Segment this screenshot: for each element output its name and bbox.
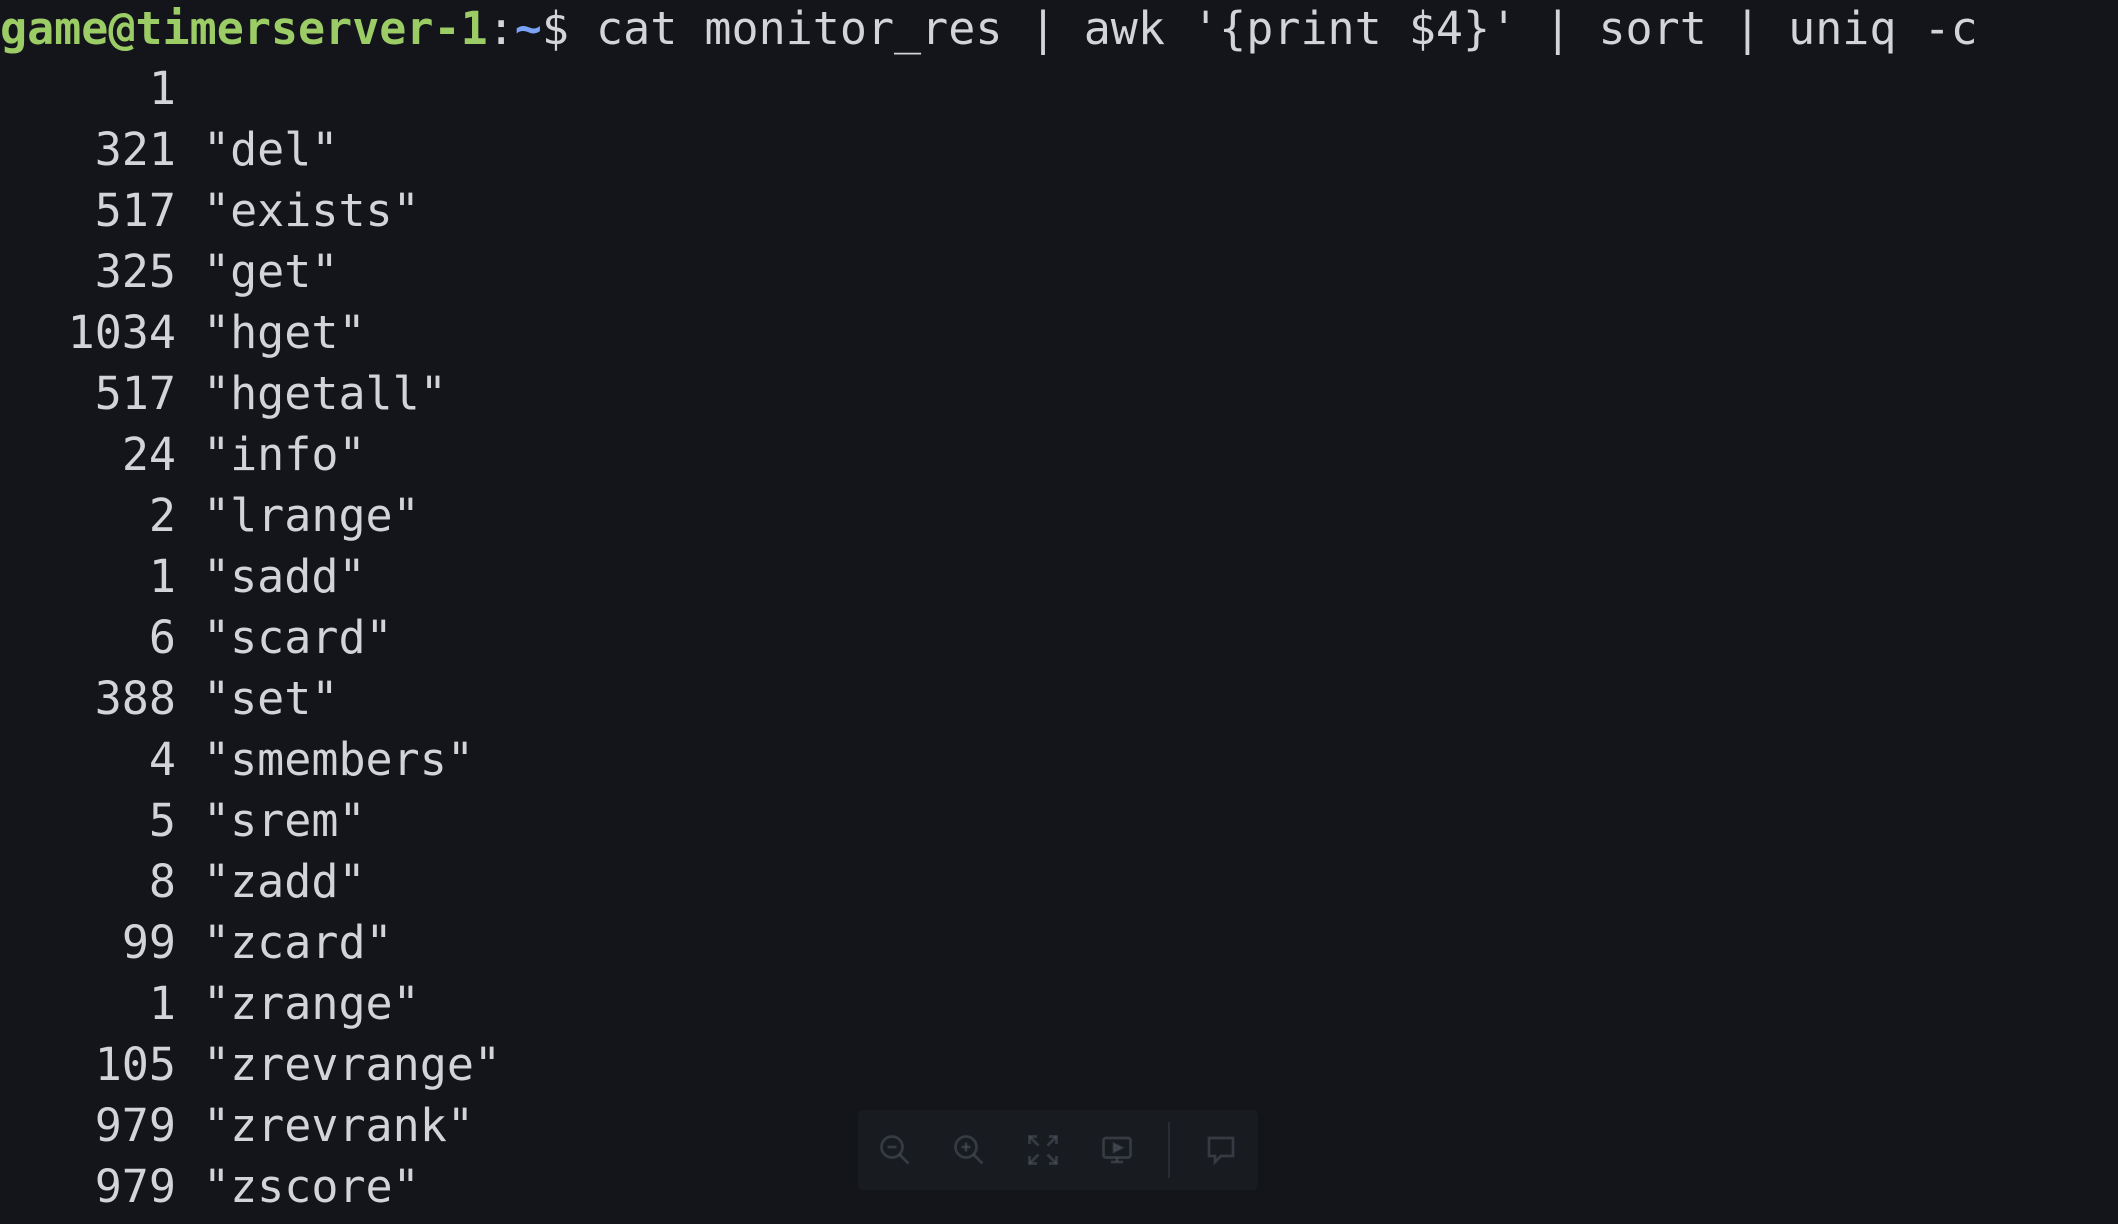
output-count: 517 <box>94 184 176 237</box>
output-value: "sadd" <box>203 550 366 603</box>
output-value: "get" <box>203 245 339 298</box>
prompt-colon: : <box>487 2 515 55</box>
output-row: 6 "scard" <box>0 608 393 668</box>
toolbar-divider <box>1168 1122 1170 1178</box>
output-value: "info" <box>203 428 366 481</box>
output-row: 321 "del" <box>0 120 339 180</box>
output-value: "set" <box>203 672 339 725</box>
comment-icon <box>1207 1136 1235 1166</box>
output-row: 24 "info" <box>0 425 366 485</box>
output-value: "scard" <box>203 611 393 664</box>
zoom-out-button[interactable] <box>872 1127 918 1173</box>
comment-button[interactable] <box>1198 1127 1244 1173</box>
output-count: 1034 <box>67 306 176 359</box>
output-row: 1 "sadd" <box>0 547 366 607</box>
output-count: 4 <box>148 733 176 786</box>
output-value: "zrevrank" <box>203 1099 474 1152</box>
output-value: "lrange" <box>203 489 420 542</box>
output-row: 517 "hgetall" <box>0 364 447 424</box>
slideshow-button[interactable] <box>1094 1127 1140 1173</box>
output-row: 2 "lrange" <box>0 486 420 546</box>
output-row: 4 "smembers" <box>0 730 474 790</box>
zoom-in-button[interactable] <box>946 1127 992 1173</box>
output-count: 517 <box>94 367 176 420</box>
output-row: 105 "zrevrange" <box>0 1035 501 1095</box>
output-count: 5 <box>148 794 176 847</box>
output-row: 517 "exists" <box>0 181 420 241</box>
fullscreen-icon <box>1028 1135 1058 1165</box>
image-viewer-toolbar <box>858 1110 1258 1190</box>
prompt-symbol: $ <box>541 2 569 55</box>
output-value: "hgetall" <box>203 367 447 420</box>
output-count: 1 <box>148 977 176 1030</box>
output-count: 2 <box>148 489 176 542</box>
output-row: 388 "set" <box>0 669 339 729</box>
output-count: 99 <box>121 916 176 969</box>
output-value: "zrange" <box>203 977 420 1030</box>
command-prompt-line: game@timerserver-1:~$ cat monitor_res | … <box>0 0 1978 59</box>
output-count: 321 <box>94 123 176 176</box>
output-row: 979 "zrevrank" <box>0 1096 474 1156</box>
output-value: "zrevrange" <box>203 1038 502 1091</box>
output-count: 979 <box>94 1099 176 1152</box>
prompt-user-host: game@timerserver-1 <box>0 2 488 55</box>
output-row: 5 "srem" <box>0 791 366 851</box>
output-row: 8 "zadd" <box>0 852 366 912</box>
output-count: 1 <box>148 62 176 115</box>
command-text: cat monitor_res | awk '{print $4}' | sor… <box>596 2 1978 55</box>
output-count: 325 <box>94 245 176 298</box>
output-count: 979 <box>94 1160 176 1213</box>
output-count: 8 <box>148 855 176 908</box>
zoom-in-icon <box>954 1135 984 1165</box>
output-row: 979 "zscore" <box>0 1157 420 1217</box>
output-count: 1 <box>148 550 176 603</box>
prompt-path: ~ <box>514 2 542 55</box>
output-row: 1 <box>0 59 203 119</box>
output-count: 24 <box>121 428 176 481</box>
slideshow-icon <box>1102 1136 1132 1164</box>
output-value: "smembers" <box>203 733 474 786</box>
output-count: 388 <box>94 672 176 725</box>
output-value: "zcard" <box>203 916 393 969</box>
zoom-out-icon <box>880 1135 910 1165</box>
output-row: 1034 "hget" <box>0 303 366 363</box>
output-value: "srem" <box>203 794 366 847</box>
output-value: "zadd" <box>203 855 366 908</box>
terminal-window[interactable]: game@timerserver-1:~$ cat monitor_res | … <box>0 0 2118 1224</box>
output-count: 105 <box>94 1038 176 1091</box>
output-value: "hget" <box>203 306 366 359</box>
output-row: 99 "zcard" <box>0 913 393 973</box>
output-count: 6 <box>148 611 176 664</box>
output-value: "zscore" <box>203 1160 420 1213</box>
output-row: 1 "zrange" <box>0 974 420 1034</box>
output-row: 325 "get" <box>0 242 339 302</box>
fullscreen-button[interactable] <box>1020 1127 1066 1173</box>
output-value: "exists" <box>203 184 420 237</box>
output-value: "del" <box>203 123 339 176</box>
